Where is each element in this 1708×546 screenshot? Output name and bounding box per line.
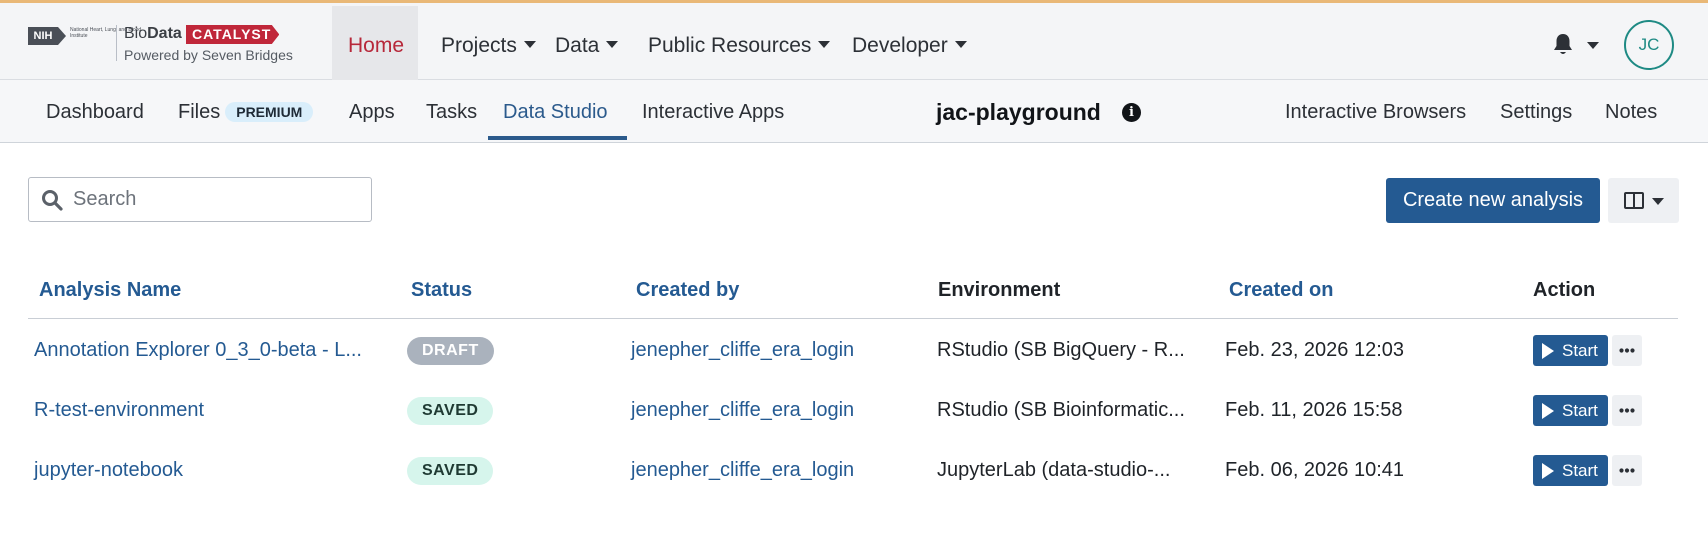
brand-data-text: Data [147, 25, 182, 42]
created-on-cell: Feb. 06, 2026 10:41 [1225, 459, 1405, 481]
tab-dashboard[interactable]: Dashboard [46, 101, 144, 124]
search-input[interactable] [73, 182, 363, 217]
column-header-environment: Environment [938, 279, 1061, 301]
nav-projects[interactable]: Projects [441, 34, 536, 58]
brand-catalyst-tag: CATALYST [186, 25, 280, 44]
column-header-analysis-name[interactable]: Analysis Name [39, 279, 181, 302]
created-by-link[interactable]: jenepher_cliffe_era_login [631, 339, 854, 362]
columns-icon [1624, 192, 1644, 209]
play-icon [1542, 403, 1554, 419]
column-header-created-on[interactable]: Created on [1229, 279, 1333, 302]
nih-logo: NIH [28, 27, 58, 45]
nav-data[interactable]: Data [555, 34, 619, 58]
ellipsis-icon [1619, 468, 1635, 473]
environment-cell: RStudio (SB BigQuery - R... [937, 339, 1185, 361]
tab-files[interactable]: Files PREMIUM [178, 101, 314, 124]
logo-divider [116, 25, 117, 61]
nav-projects-label: Projects [441, 34, 517, 57]
bell-icon[interactable] [1552, 33, 1574, 57]
start-button-label: Start [1562, 461, 1598, 480]
play-icon [1542, 463, 1554, 479]
environment-cell: RStudio (SB Bioinformatic... [937, 399, 1185, 421]
status-badge: SAVED [407, 457, 494, 485]
brand-biodata: BioData [124, 25, 182, 43]
search-icon [42, 190, 63, 211]
project-title: jac-playground [936, 99, 1101, 125]
nav-public-resources[interactable]: Public Resources [648, 34, 831, 58]
ellipsis-icon [1619, 408, 1635, 413]
tab-interactive-browsers[interactable]: Interactive Browsers [1285, 101, 1466, 124]
info-icon[interactable]: i [1122, 103, 1141, 122]
start-button[interactable]: Start [1533, 335, 1608, 366]
project-subnav: Dashboard Files PREMIUM Apps Tasks Data S… [0, 80, 1708, 143]
more-actions-button[interactable] [1612, 395, 1642, 426]
tab-tasks[interactable]: Tasks [426, 101, 477, 124]
notifications-chevron-down-icon[interactable] [1587, 42, 1599, 49]
tab-data-studio[interactable]: Data Studio [503, 101, 608, 124]
user-avatar[interactable]: JC [1624, 20, 1674, 70]
tab-settings[interactable]: Settings [1500, 101, 1572, 124]
ellipsis-icon [1619, 348, 1635, 353]
status-badge: DRAFT [407, 337, 494, 365]
analysis-name-link[interactable]: R-test-environment [34, 399, 204, 422]
start-button[interactable]: Start [1533, 455, 1608, 486]
create-new-analysis-button[interactable]: Create new analysis [1386, 178, 1600, 223]
tab-files-label: Files [178, 101, 221, 123]
created-by-link[interactable]: jenepher_cliffe_era_login [631, 459, 854, 482]
created-by-link[interactable]: jenepher_cliffe_era_login [631, 399, 854, 422]
analysis-name-link[interactable]: jupyter-notebook [34, 459, 183, 482]
chevron-down-icon [818, 40, 831, 48]
brand-subtitle: Powered by Seven Bridges [124, 47, 293, 63]
start-button-label: Start [1562, 341, 1598, 360]
play-icon [1542, 343, 1554, 359]
nav-public-resources-label: Public Resources [648, 34, 812, 57]
created-on-cell: Feb. 23, 2026 12:03 [1225, 339, 1405, 361]
column-settings-button[interactable] [1608, 178, 1679, 223]
tab-interactive-apps[interactable]: Interactive Apps [642, 101, 784, 124]
premium-badge: PREMIUM [225, 101, 314, 122]
tab-apps[interactable]: Apps [349, 101, 395, 124]
search-box[interactable] [28, 177, 372, 222]
more-actions-button[interactable] [1612, 335, 1642, 366]
nav-home-label: Home [348, 34, 405, 57]
chevron-down-icon [606, 40, 619, 48]
active-tab-indicator [488, 136, 627, 140]
column-header-created-by[interactable]: Created by [636, 279, 739, 302]
environment-cell: JupyterLab (data-studio-... [937, 459, 1171, 481]
nav-developer[interactable]: Developer [852, 34, 967, 58]
biodata-catalyst-logo[interactable]: NIH National Heart, Lung, and Blood Inst… [28, 25, 328, 65]
start-button-label: Start [1562, 401, 1598, 420]
analysis-name-link[interactable]: Annotation Explorer 0_3_0-beta - L... [34, 339, 362, 362]
chevron-down-icon [1652, 198, 1664, 205]
chevron-down-icon [954, 40, 967, 48]
nav-home[interactable]: Home [348, 34, 404, 58]
table-header-divider [28, 318, 1678, 319]
more-actions-button[interactable] [1612, 455, 1642, 486]
column-header-action: Action [1533, 279, 1596, 301]
status-badge: SAVED [407, 397, 494, 425]
nav-developer-label: Developer [852, 34, 948, 57]
start-button[interactable]: Start [1533, 395, 1608, 426]
top-navigation-bar: NIH National Heart, Lung, and Blood Inst… [0, 0, 1708, 82]
column-header-status[interactable]: Status [411, 279, 472, 302]
chevron-down-icon [523, 40, 536, 48]
created-on-cell: Feb. 11, 2026 15:58 [1225, 399, 1403, 421]
nav-data-label: Data [555, 34, 600, 57]
brand-bio-text: Bio [124, 25, 148, 42]
tab-notes[interactable]: Notes [1605, 101, 1657, 124]
nih-logo-arrow [58, 27, 66, 45]
